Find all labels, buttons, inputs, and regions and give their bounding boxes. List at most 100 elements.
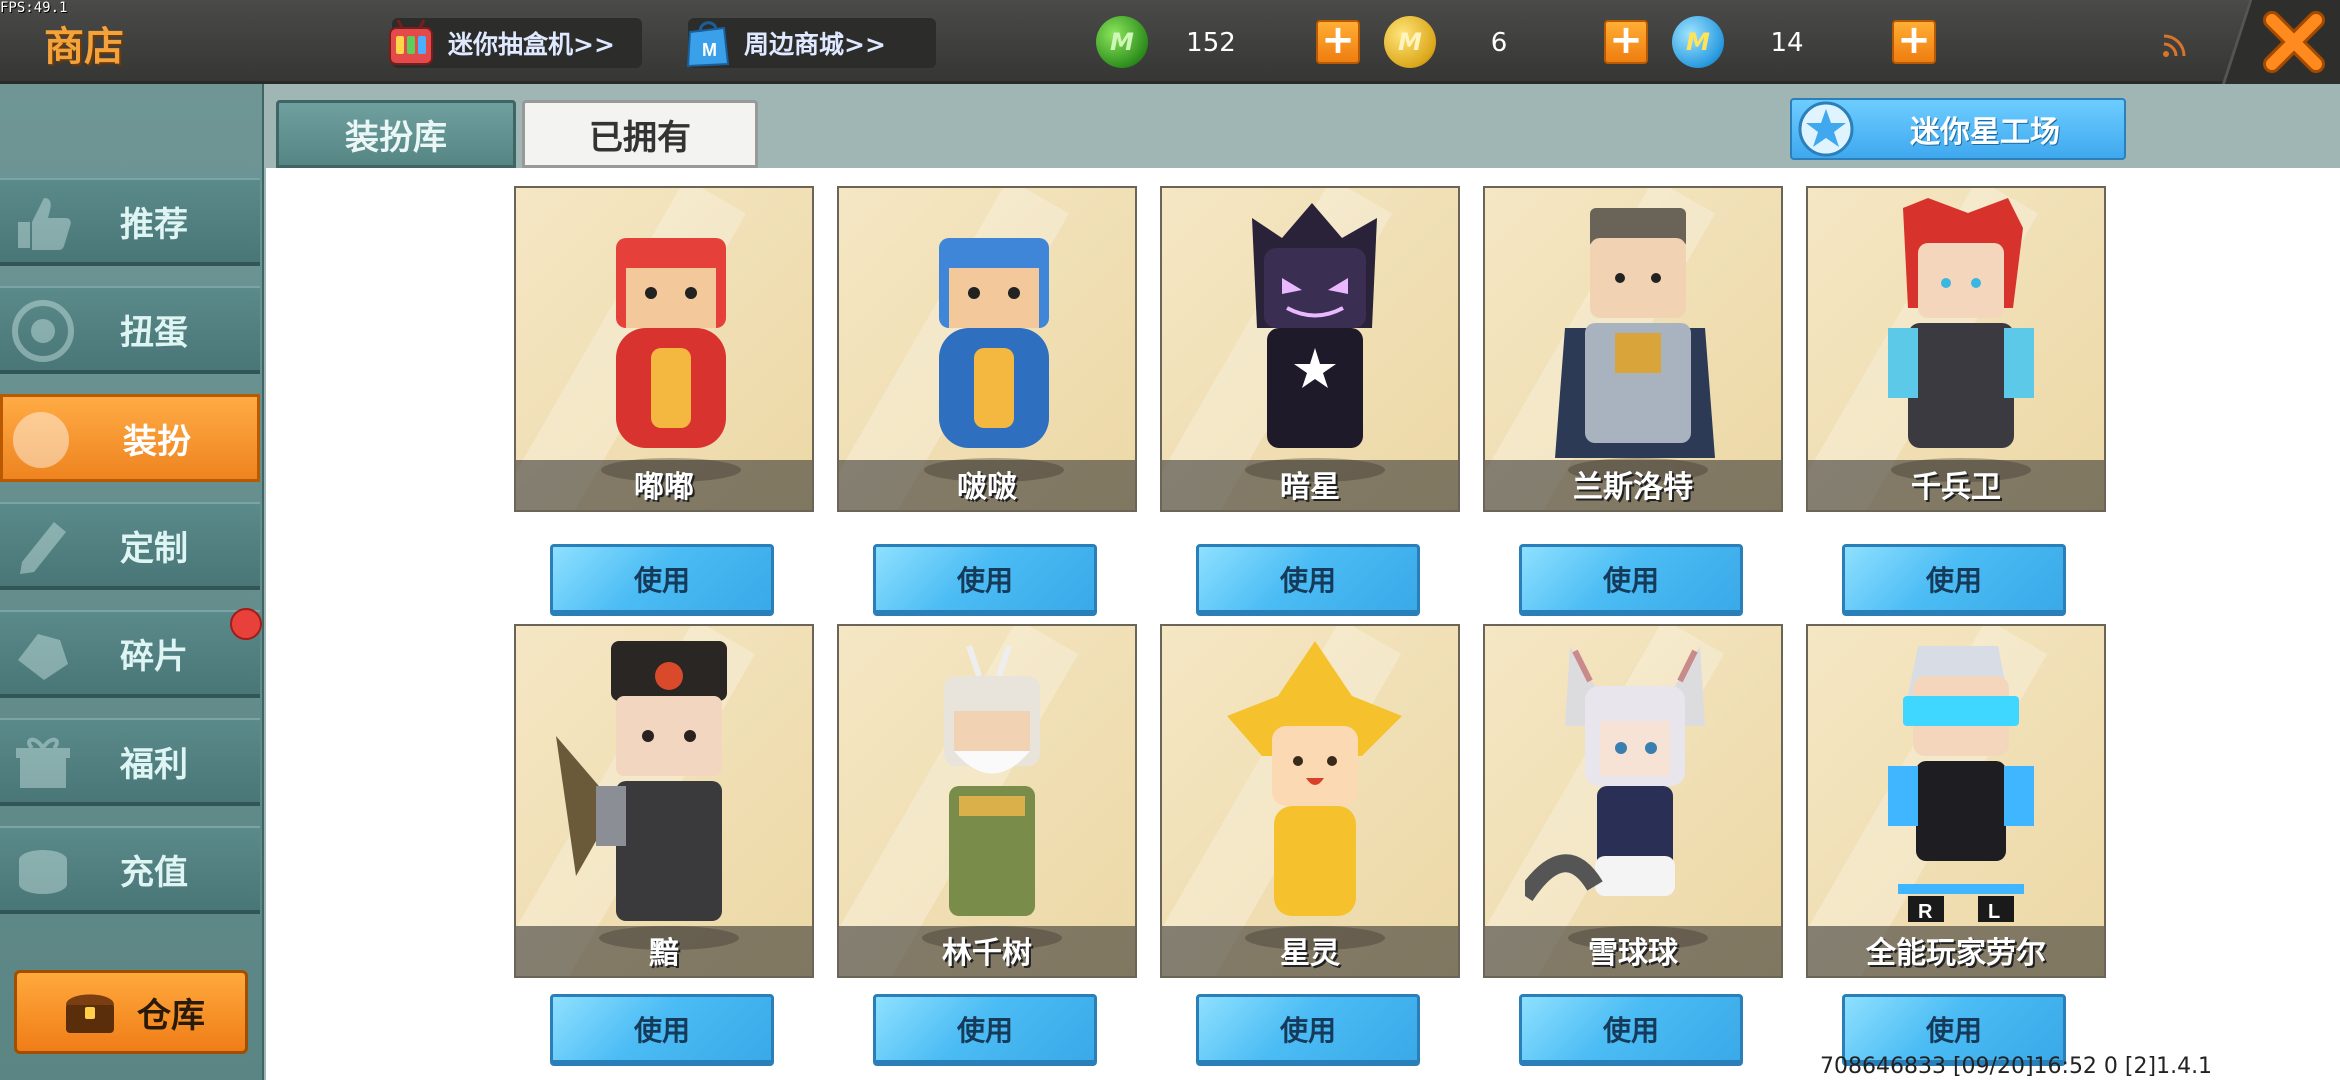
top-bar: 商店 迷你抽盒机>> M 周边商城>> M 152 + M 6 + M 14 + — [0, 0, 2340, 84]
skin-portrait: 雪球球 — [1483, 624, 1783, 978]
use-button[interactable]: 使用 — [550, 544, 774, 616]
skin-portrait: 林千树 — [837, 624, 1137, 978]
skin-portrait: R L 全能玩家劳尔 — [1806, 624, 2106, 978]
star-icon — [1798, 101, 1854, 157]
blind-box-link[interactable]: 迷你抽盒机>> — [389, 18, 642, 68]
skin-card[interactable]: 千兵卫 使用 — [1806, 186, 2106, 616]
skin-card[interactable]: 啵啵 使用 — [837, 186, 1137, 616]
skin-name: 啵啵 — [957, 470, 1017, 505]
green-gem-icon: M — [1096, 16, 1148, 68]
svg-text:R: R — [1918, 901, 1933, 923]
skin-card[interactable]: 林千树 使用 — [837, 624, 1137, 1066]
gold-coin-icon: M — [1384, 16, 1436, 68]
skin-name: 千兵卫 — [1911, 470, 2001, 505]
add-blue-button[interactable]: + — [1892, 20, 1936, 64]
use-button[interactable]: 使用 — [873, 994, 1097, 1066]
fps-counter: FPS:49.1 — [0, 0, 68, 16]
sidebar-item-fragments[interactable]: 碎片 — [0, 610, 260, 698]
capsule-icon — [12, 300, 74, 362]
outfit-icon — [13, 412, 69, 468]
tab-dress-library[interactable]: 装扮库 — [276, 100, 516, 168]
blue-coin-icon: M — [1672, 16, 1724, 68]
signal-icon — [2163, 34, 2186, 57]
workshop-button[interactable]: 迷你星工场 — [1790, 98, 2126, 160]
coins-icon — [19, 850, 67, 894]
skin-portrait: 星灵 — [1160, 624, 1460, 978]
fragment-icon — [18, 634, 68, 680]
merch-mall-link[interactable]: M 周边商城>> — [686, 18, 936, 68]
gem-count: 152 — [1186, 28, 1236, 58]
skin-name: 雪球球 — [1588, 936, 1678, 971]
skin-card[interactable]: 黯 使用 — [514, 624, 814, 1066]
page-title: 商店 — [44, 24, 124, 70]
use-button[interactable]: 使用 — [1842, 544, 2066, 616]
use-button[interactable]: 使用 — [1519, 994, 1743, 1066]
sidebar-item-label: 定制 — [120, 528, 188, 569]
add-gold-button[interactable]: + — [1604, 20, 1648, 64]
use-button[interactable]: 使用 — [873, 544, 1097, 616]
notification-dot — [230, 608, 262, 640]
sidebar-item-label: 碎片 — [120, 636, 188, 677]
dark-star-character-icon — [1245, 203, 1385, 482]
red-hair-samurai-character-icon — [1888, 198, 2034, 482]
knight-character-icon — [1555, 208, 1715, 482]
gamer-character-icon: R L — [1888, 646, 2034, 923]
svg-text:M: M — [702, 40, 717, 60]
use-button[interactable]: 使用 — [550, 994, 774, 1066]
red-dino-character-icon — [601, 238, 741, 482]
skin-name: 暗星 — [1280, 470, 1340, 505]
thumbs-up-icon — [18, 198, 71, 250]
skin-name: 星灵 — [1280, 936, 1340, 971]
tab-owned[interactable]: 已拥有 — [522, 100, 758, 168]
skin-card[interactable]: 雪球球 使用 — [1483, 624, 1783, 1066]
skin-card[interactable]: 暗星 使用 — [1160, 186, 1460, 616]
sidebar: 推荐 扭蛋 装扮 定制 碎片 福利 充值 仓库 — [0, 84, 264, 1080]
sidebar-item-label: 装扮 — [123, 421, 191, 462]
close-icon[interactable] — [2262, 10, 2326, 74]
tv-machine-icon — [389, 19, 433, 65]
add-gem-button[interactable]: + — [1316, 20, 1360, 64]
warehouse-label: 仓库 — [137, 995, 205, 1036]
skin-portrait: 黯 — [514, 624, 814, 978]
skin-name: 黯 — [649, 936, 679, 971]
shopping-bag-icon: M — [686, 21, 730, 68]
gift-icon — [16, 737, 70, 788]
skin-portrait: 啵啵 — [837, 186, 1137, 512]
chest-icon — [66, 994, 114, 1033]
sidebar-item-gacha[interactable]: 扭蛋 — [0, 286, 260, 374]
sidebar-item-label: 充值 — [120, 852, 188, 893]
sidebar-item-recommend[interactable]: 推荐 — [0, 178, 260, 266]
blue-count: 14 — [1770, 28, 1804, 58]
elder-character-icon — [922, 645, 1062, 950]
skin-name: 嘟嘟 — [634, 470, 694, 505]
sidebar-item-recharge[interactable]: 充值 — [0, 826, 260, 914]
blue-dino-character-icon — [924, 238, 1064, 482]
sidebar-item-custom[interactable]: 定制 — [0, 502, 260, 590]
skin-card[interactable]: R L 全能玩家劳尔 使用 — [1806, 624, 2106, 1066]
sidebar-item-benefits[interactable]: 福利 — [0, 718, 260, 806]
skin-portrait: 兰斯洛特 — [1483, 186, 1783, 512]
skin-card[interactable]: 嘟嘟 使用 — [514, 186, 814, 616]
sidebar-item-dress-up[interactable]: 装扮 — [0, 394, 260, 482]
svg-text:L: L — [1988, 901, 2000, 923]
use-button[interactable]: 使用 — [1519, 544, 1743, 616]
skin-card[interactable]: 兰斯洛特 使用 — [1483, 186, 1783, 616]
star-spirit-character-icon — [1227, 641, 1402, 950]
dark-warrior-character-icon — [556, 641, 739, 950]
use-button[interactable]: 使用 — [1196, 994, 1420, 1066]
merch-mall-label: 周边商城>> — [744, 30, 886, 59]
skin-card[interactable]: 星灵 使用 — [1160, 624, 1460, 1066]
skin-portrait: 暗星 — [1160, 186, 1460, 512]
gold-count: 6 — [1490, 28, 1508, 58]
skin-grid: 嘟嘟 使用 啵啵 使用 暗星 使用 兰斯洛特 使用 千兵卫 使用 黯 使用 林千… — [266, 168, 2340, 1080]
sidebar-item-label: 福利 — [120, 744, 188, 785]
skin-name: 兰斯洛特 — [1573, 470, 1693, 505]
skin-name: 全能玩家劳尔 — [1866, 936, 2046, 971]
sidebar-item-label: 推荐 — [120, 204, 188, 245]
warehouse-button[interactable]: 仓库 — [14, 970, 248, 1054]
build-info: 708646833 [09/20]16:52 0 [2]1.4.1 — [1820, 1054, 2213, 1079]
skin-portrait: 嘟嘟 — [514, 186, 814, 512]
snow-leopard-girl-character-icon — [1525, 646, 1708, 950]
use-button[interactable]: 使用 — [1196, 544, 1420, 616]
blind-box-label: 迷你抽盒机>> — [448, 30, 615, 59]
